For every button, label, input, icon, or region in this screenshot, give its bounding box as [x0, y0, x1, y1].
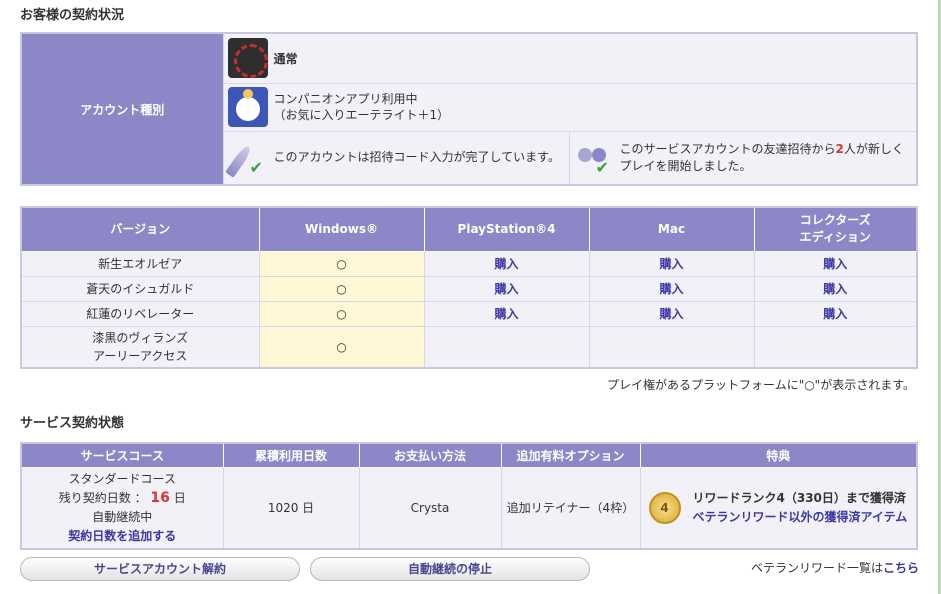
invite-code-status: このアカウントは招待コード入力が完了しています。 — [273, 150, 560, 165]
col-windows: Windows® — [258, 206, 425, 252]
buy-collectors-link[interactable]: 購入 — [753, 275, 918, 302]
buy-collectors-link[interactable]: 購入 — [753, 250, 918, 277]
windows-owned: ○ — [258, 325, 425, 369]
col-option: 追加有料オプション — [500, 442, 641, 468]
table-row: スタンダードコース 残り契約日数 ： 16 日 自動継続中 契約日数を追加する … — [20, 466, 918, 550]
total-days: 1020 日 — [222, 466, 360, 550]
rank-medal-icon: 4 — [648, 491, 681, 524]
veteran-reward-list: ベテランリワード一覧はこちら — [751, 559, 919, 576]
version-header-row: バージョン Windows® PlayStation®4 Mac コレクターズ … — [20, 206, 918, 252]
companion-bonus: （お気に入りエーテライト＋1） — [273, 108, 450, 122]
veteran-link[interactable]: こちら — [883, 561, 919, 575]
col-total-days: 累積利用日数 — [222, 442, 360, 468]
col-ps4: PlayStation®4 — [423, 206, 590, 252]
buy-ps4-link[interactable]: 購入 — [423, 300, 590, 327]
moogle-icon — [227, 87, 268, 127]
normal-account-icon — [227, 38, 268, 79]
friend-invite-pre: このサービスアカウントの友達招待から — [619, 141, 836, 156]
platform-note: プレイ権があるプラットフォームに"○"が表示されます。 — [607, 378, 915, 392]
col-bonus: 特典 — [639, 442, 918, 468]
col-course: サービスコース — [20, 442, 224, 468]
companion-status: コンパニオンアプリ利用中 — [273, 92, 418, 106]
add-days-link[interactable]: 契約日数を追加する — [22, 527, 223, 546]
col-mac: Mac — [588, 206, 755, 252]
auto-renew-status: 自動継続中 — [92, 509, 153, 524]
version-name: 紅蓮のリベレーター — [20, 300, 260, 327]
windows-owned: ○ — [258, 275, 425, 302]
remaining-label: 残り契約日数 ： — [58, 490, 147, 505]
service-header-row: サービスコース 累積利用日数 お支払い方法 追加有料オプション 特典 — [20, 442, 918, 468]
course-name: スタンダードコース — [68, 471, 176, 486]
ps4-empty — [423, 325, 590, 369]
buy-mac-link[interactable]: 購入 — [588, 300, 755, 327]
veteran-text: ベテランリワード一覧は — [750, 561, 883, 575]
account-type-table: アカウント種別 通常 コンパニオンアプリ利用中 （お気に入りエーテライト＋1） … — [20, 32, 918, 186]
cancel-account-button[interactable]: サービスアカウント解約 — [20, 557, 300, 581]
table-row: 漆黒のヴィランズ アーリーアクセス ○ — [20, 325, 918, 369]
version-table: バージョン Windows® PlayStation®4 Mac コレクターズ … — [20, 206, 918, 369]
feather-check-icon: ✔ — [224, 138, 268, 178]
version-name: 蒼天のイシュガルド — [20, 275, 260, 302]
friends-check-icon: ✔ — [574, 138, 614, 178]
windows-owned: ○ — [258, 300, 425, 327]
buy-mac-link[interactable]: 購入 — [588, 275, 755, 302]
mac-empty — [588, 325, 755, 369]
col-version: バージョン — [20, 206, 260, 252]
collectors-empty — [753, 325, 918, 369]
remaining-unit: 日 — [173, 490, 186, 505]
table-row: 新生エオルゼア ○ 購入 購入 購入 — [20, 250, 918, 277]
service-table: サービスコース 累積利用日数 お支払い方法 追加有料オプション 特典 スタンダー… — [20, 442, 918, 550]
buy-collectors-link[interactable]: 購入 — [753, 300, 918, 327]
remaining-days: 16 — [150, 489, 170, 506]
col-payment: お支払い方法 — [358, 442, 502, 468]
account-type-label: 通常 — [273, 51, 298, 66]
paid-option: 追加リテイナー（4枠） — [500, 466, 641, 550]
col-collectors: コレクターズ エディション — [753, 206, 918, 252]
service-status-heading: サービス契約状態 — [20, 416, 125, 431]
buy-ps4-link[interactable]: 購入 — [423, 275, 590, 302]
windows-owned: ○ — [258, 250, 425, 277]
reward-rank: リワードランク4（330日）まで獲得済 — [692, 490, 906, 505]
version-name: 漆黒のヴィランズ アーリーアクセス — [20, 325, 260, 369]
payment-method: Crysta — [358, 466, 502, 550]
account-type-header: アカウント種別 — [20, 32, 224, 186]
reward-items-link[interactable]: ベテランリワード以外の獲得済アイテム — [693, 508, 908, 527]
table-row: 紅蓮のリベレーター ○ 購入 購入 購入 — [20, 300, 918, 327]
friend-invite-count: 2 — [835, 141, 844, 156]
stop-auto-renew-button[interactable]: 自動継続の停止 — [310, 557, 590, 581]
buy-ps4-link[interactable]: 購入 — [423, 250, 590, 277]
table-row: 蒼天のイシュガルド ○ 購入 購入 購入 — [20, 275, 918, 302]
version-name: 新生エオルゼア — [20, 250, 260, 277]
contract-status-heading: お客様の契約状況 — [20, 8, 125, 23]
buy-mac-link[interactable]: 購入 — [588, 250, 755, 277]
